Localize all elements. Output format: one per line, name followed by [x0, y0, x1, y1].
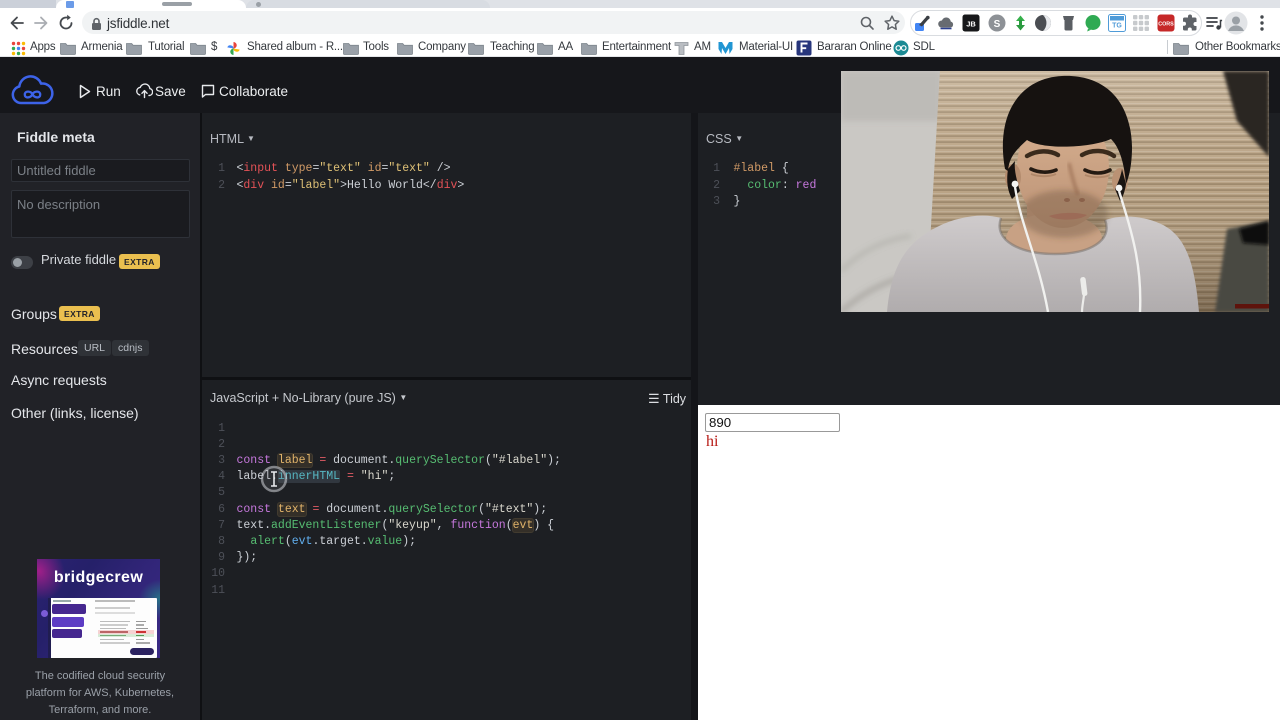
svg-text:S: S	[994, 19, 1001, 30]
svg-text:TG: TG	[1112, 23, 1122, 30]
svg-text:CORS: CORS	[1158, 22, 1174, 28]
svg-text:JB: JB	[966, 20, 976, 29]
